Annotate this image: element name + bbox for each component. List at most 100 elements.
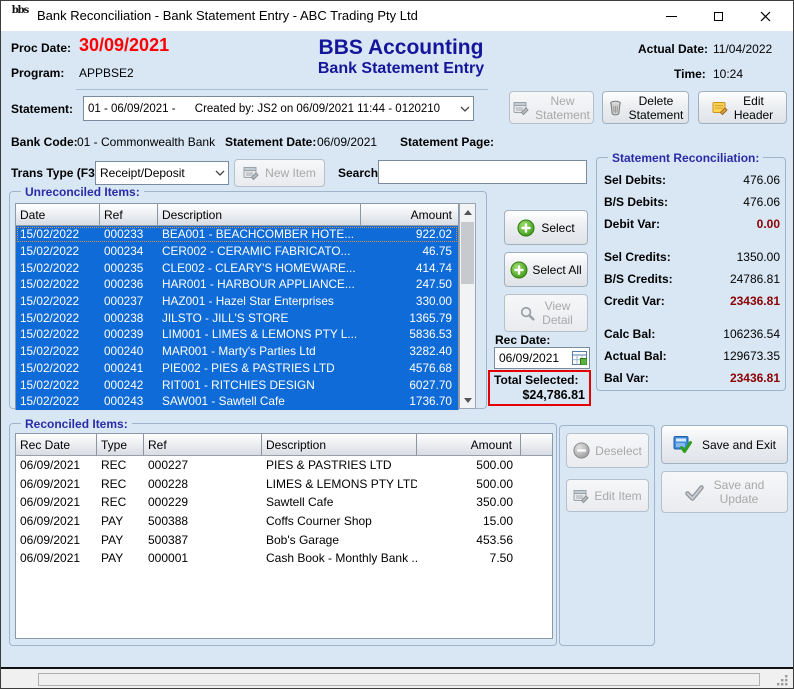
column-header-ref[interactable]: Ref: [144, 434, 262, 455]
reconciliation-row: Debit Var: 0.00: [604, 213, 780, 235]
reconciled-row[interactable]: 06/09/2021PAY500387Bob's Garage453.56: [16, 530, 552, 549]
recon-label: Credit Var:: [604, 294, 665, 308]
deselect-button[interactable]: Deselect: [566, 433, 649, 468]
cell: 06/09/2021: [16, 551, 97, 565]
reconciliation-row: Sel Credits:1350.00: [604, 246, 780, 268]
scroll-down-button[interactable]: [460, 392, 475, 408]
cell: 5836.53: [361, 327, 458, 341]
column-header-description[interactable]: Description: [158, 204, 361, 225]
cell: 06/09/2021: [16, 477, 97, 491]
resize-grip-icon[interactable]: [776, 674, 789, 687]
cell: 06/09/2021: [16, 495, 97, 509]
cell: 000235: [100, 261, 158, 275]
column-header-rec-date[interactable]: Rec Date: [16, 434, 97, 455]
rec-date-input[interactable]: 06/09/2021: [494, 347, 590, 369]
new-statement-button[interactable]: New Statement: [509, 91, 594, 124]
cell: 000241: [100, 361, 158, 375]
column-header-type[interactable]: Type: [97, 434, 144, 455]
edit-item-label: Edit Item: [594, 489, 641, 503]
new-item-button[interactable]: New Item: [234, 159, 325, 187]
unreconciled-row[interactable]: 15/02/2022000242RIT001 - RITCHIES DESIGN…: [16, 376, 458, 393]
reconciliation-row: Actual Bal: 129673.35: [604, 345, 780, 367]
unreconciled-row[interactable]: 15/02/2022000241PIE002 - PIES & PASTRIES…: [16, 360, 458, 377]
maximize-button[interactable]: [695, 1, 741, 31]
edit-item-button[interactable]: Edit Item: [566, 479, 649, 512]
unreconciled-row[interactable]: 15/02/2022000234CER002 - CERAMIC FABRICA…: [16, 243, 458, 260]
statement-select[interactable]: 01 - 06/09/2021 - Created by: JS2 on 06/…: [83, 96, 474, 121]
save-exit-icon: [673, 435, 692, 454]
unreconciled-row[interactable]: 15/02/2022000237HAZ001 - Hazel Star Ente…: [16, 293, 458, 310]
deselect-label: Deselect: [595, 444, 642, 458]
unreconciled-row[interactable]: 15/02/2022000236HAR001 - HARBOUR APPLIAN…: [16, 276, 458, 293]
rec-date-label: Rec Date:: [495, 333, 550, 347]
cell: 922.02: [361, 227, 458, 241]
chevron-down-icon: [212, 170, 228, 176]
cell: PAY: [97, 551, 144, 565]
save-and-exit-button[interactable]: Save and Exit: [661, 425, 788, 464]
scroll-up-button[interactable]: [460, 204, 475, 220]
column-header-description[interactable]: Description: [262, 434, 417, 455]
cell: 46.75: [361, 244, 458, 258]
header-divider: [76, 89, 488, 90]
scrollbar-thumb[interactable]: [461, 222, 474, 284]
reconciled-row[interactable]: 06/09/2021REC000227PIES & PASTRIES LTD50…: [16, 456, 552, 475]
unreconciled-row[interactable]: 15/02/2022000238JILSTO - JILL'S STORE136…: [16, 309, 458, 326]
unreconciled-row[interactable]: 15/02/2022000243SAW001 - Sawtell Cafe173…: [16, 393, 458, 410]
edit-header-button[interactable]: Edit Header: [698, 91, 787, 124]
calendar-icon: [572, 351, 587, 365]
status-message-panel: [38, 673, 760, 686]
reconciled-row[interactable]: 06/09/2021PAY500388Coffs Courner Shop15.…: [16, 512, 552, 531]
recon-value: 129673.35: [723, 349, 780, 363]
column-header-ref[interactable]: Ref: [100, 204, 158, 225]
cell: 000227: [144, 458, 262, 472]
cell: LIMES & LEMONS PTY LTD: [262, 477, 417, 491]
select-button[interactable]: Select: [504, 210, 588, 245]
save-and-update-button[interactable]: Save and Update: [661, 471, 788, 513]
cell: HAZ001 - Hazel Star Enterprises: [158, 294, 361, 308]
select-all-label: Select All: [532, 263, 581, 277]
reconciled-table: Rec Date Type Ref Description Amount 06/…: [15, 433, 553, 639]
view-detail-button[interactable]: View Detail: [504, 294, 588, 332]
recon-label: Debit Var:: [604, 217, 660, 231]
cell: REC: [97, 495, 144, 509]
recon-value: 23436.81: [730, 371, 780, 385]
cell: 15/02/2022: [16, 327, 100, 341]
new-statement-label: New Statement: [535, 94, 590, 122]
unreconciled-scrollbar[interactable]: [459, 203, 476, 409]
column-header-amount[interactable]: Amount: [417, 434, 521, 455]
unreconciled-row[interactable]: 15/02/2022000233BEA001 - BEACHCOMBER HOT…: [16, 226, 458, 243]
cell: 15/02/2022: [16, 294, 100, 308]
unreconciled-title: Unreconciled Items:: [21, 185, 144, 199]
reconciled-row[interactable]: 06/09/2021PAY000001Cash Book - Monthly B…: [16, 549, 552, 568]
select-all-button[interactable]: Select All: [504, 252, 588, 287]
recon-label: Actual Bal:: [604, 349, 667, 363]
search-input[interactable]: [378, 160, 587, 184]
app-subtitle: Bank Statement Entry: [231, 60, 571, 78]
cell: BEA001 - BEACHCOMBER HOTE...: [158, 227, 361, 241]
edit-item-icon: [573, 488, 589, 504]
recon-value: 0.00: [757, 217, 780, 231]
cell: JILSTO - JILL'S STORE: [158, 311, 361, 325]
trans-type-select[interactable]: Receipt/Deposit: [95, 161, 229, 185]
calendar-button[interactable]: [570, 351, 589, 365]
reconciled-row[interactable]: 06/09/2021REC000228LIMES & LEMONS PTY LT…: [16, 475, 552, 494]
cell: PIE002 - PIES & PASTRIES LTD: [158, 361, 361, 375]
close-button[interactable]: [742, 1, 788, 31]
column-header-date[interactable]: Date: [16, 204, 100, 225]
column-header-amount[interactable]: Amount: [361, 204, 458, 225]
reconciled-row[interactable]: 06/09/2021REC000229Sawtell Cafe350.00: [16, 493, 552, 512]
recon-label: B/S Debits:: [604, 195, 668, 209]
unreconciled-row[interactable]: 15/02/2022000240MAR001 - Marty's Parties…: [16, 343, 458, 360]
total-selected-box: Total Selected: $24,786.81: [488, 370, 591, 406]
delete-statement-button[interactable]: Delete Statement: [602, 91, 689, 124]
unreconciled-row[interactable]: 15/02/2022000235CLE002 - CLEARY'S HOMEWA…: [16, 259, 458, 276]
cell: HAR001 - HARBOUR APPLIANCE...: [158, 277, 361, 291]
new-item-label: New Item: [265, 166, 316, 180]
minimize-button[interactable]: [648, 1, 694, 31]
cell: 15/02/2022: [16, 311, 100, 325]
cell: 15/02/2022: [16, 378, 100, 392]
actual-date-label: Actual Date:: [638, 42, 708, 56]
unreconciled-row[interactable]: 15/02/2022000239LIM001 - LIMES & LEMONS …: [16, 326, 458, 343]
bank-code-value: 01 - Commonwealth Bank: [77, 135, 215, 149]
close-icon: [760, 11, 771, 22]
